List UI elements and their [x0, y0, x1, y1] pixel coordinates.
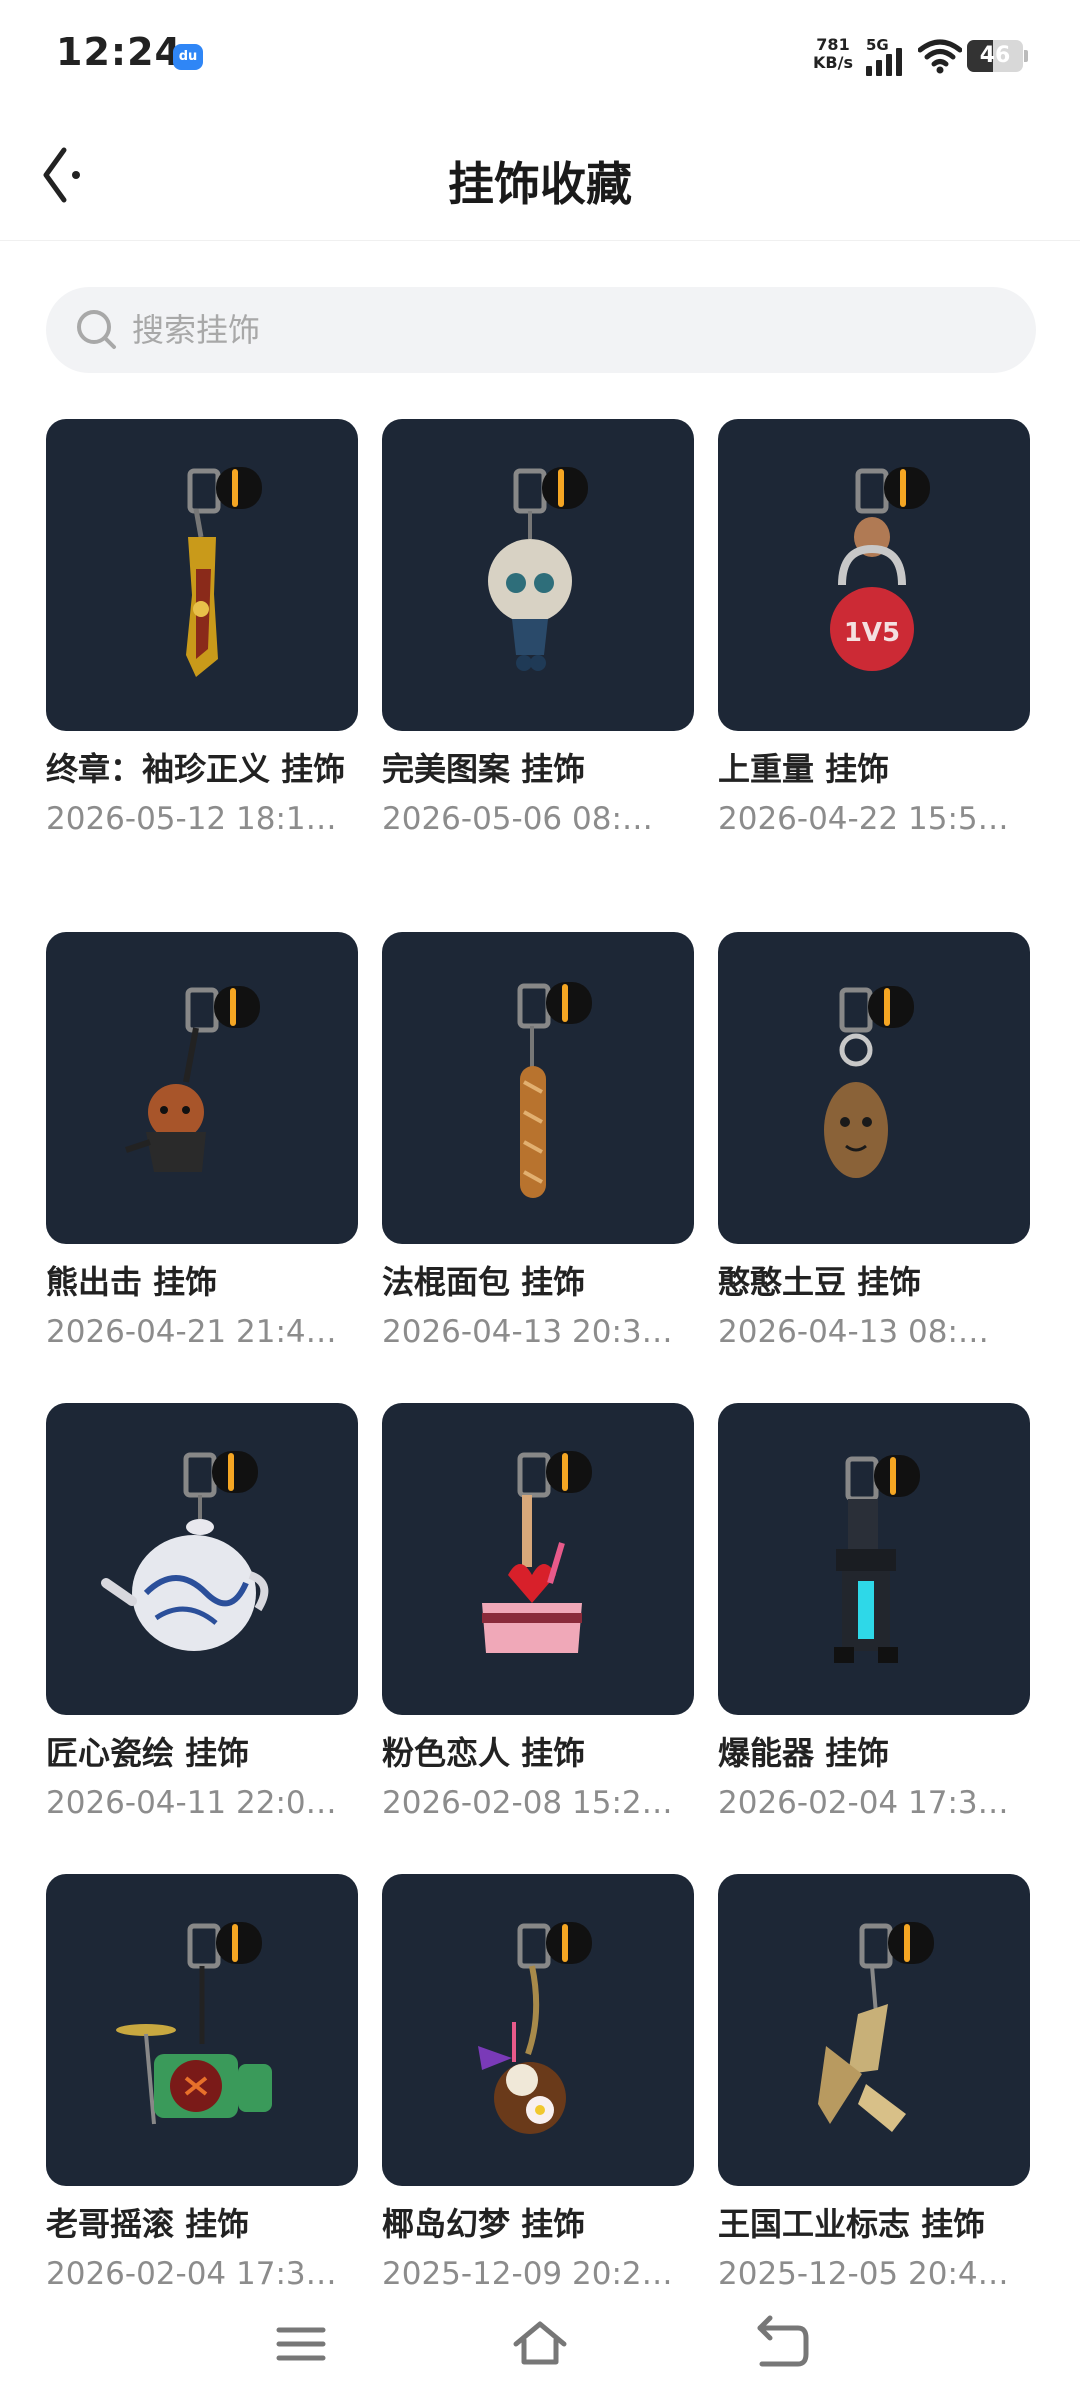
signal-icon: 5G	[866, 36, 910, 76]
charm-thumbnail	[46, 1874, 358, 2186]
back-arrow-icon[interactable]	[752, 2314, 812, 2374]
charm-name: 法棍面包 挂饰	[382, 1263, 586, 1301]
charm-thumbnail	[382, 1874, 694, 2186]
charm-card[interactable]: 爆能器 挂饰 2026-02-04 17:3…	[718, 1403, 1030, 1823]
charm-date: 2026-04-11 22:0…	[46, 1785, 337, 1821]
charm-date: 2026-04-22 15:5…	[718, 801, 1009, 837]
charm-thumbnail	[382, 932, 694, 1244]
charm-name: 终章：袖珍正义 挂饰	[46, 750, 346, 788]
charm-card[interactable]: 匠心瓷绘 挂饰 2026-04-11 22:0…	[46, 1403, 358, 1823]
charm-name: 上重量 挂饰	[718, 750, 890, 788]
charm-card[interactable]: 完美图案 挂饰 2026-05-06 08:…	[382, 419, 694, 839]
charm-thumbnail	[718, 1403, 1030, 1715]
menu-icon[interactable]	[271, 2314, 331, 2374]
network-speed: 781 KB/s	[808, 36, 858, 72]
charm-name: 老哥摇滚 挂饰	[46, 2205, 250, 2243]
charm-date: 2025-12-05 20:4…	[718, 2256, 1009, 2292]
charm-name: 爆能器 挂饰	[718, 1734, 890, 1772]
charm-name: 王国工业标志 挂饰	[718, 2205, 986, 2243]
charm-date: 2026-04-13 08:…	[718, 1314, 989, 1350]
search-bar[interactable]	[46, 287, 1036, 373]
charm-card[interactable]: 1V5 上重量 挂饰 2026-04-22 15:5…	[718, 419, 1030, 839]
charm-thumbnail	[718, 1874, 1030, 2186]
charm-thumbnail	[46, 932, 358, 1244]
header: 挂饰收藏	[0, 110, 1080, 241]
charm-name: 椰岛幻梦 挂饰	[382, 2205, 586, 2243]
battery-icon: 46	[967, 40, 1023, 72]
status-bar: 12:24 du 781 KB/s 5G 46	[0, 0, 1080, 110]
wifi-icon	[918, 39, 962, 74]
charm-name: 完美图案 挂饰	[382, 750, 586, 788]
charm-card[interactable]: 熊出击 挂饰 2026-04-21 21:4…	[46, 932, 358, 1352]
app-notification-icon: du	[173, 44, 203, 70]
kettlebell-badge: 1V5	[844, 618, 900, 648]
page-title: 挂饰收藏	[448, 157, 632, 211]
charm-date: 2026-02-08 15:2…	[382, 1785, 673, 1821]
network-type: 5G	[866, 36, 889, 54]
charm-thumbnail: 1V5	[718, 419, 1030, 731]
charm-date: 2026-05-06 08:…	[382, 801, 653, 837]
charm-card[interactable]: 老哥摇滚 挂饰 2026-02-04 17:3…	[46, 1874, 358, 2294]
search-input[interactable]	[132, 287, 992, 373]
charm-date: 2026-02-04 17:3…	[46, 2256, 337, 2292]
charm-date: 2026-02-04 17:3…	[718, 1785, 1009, 1821]
charm-thumbnail	[46, 1403, 358, 1715]
charm-card[interactable]: 王国工业标志 挂饰 2025-12-05 20:4…	[718, 1874, 1030, 2294]
charm-date: 2026-05-12 18:1…	[46, 801, 337, 837]
system-nav-bar	[0, 2290, 1080, 2400]
charm-card[interactable]: 憨憨土豆 挂饰 2026-04-13 08:…	[718, 932, 1030, 1352]
network-speed-value: 781	[816, 35, 850, 54]
charm-date: 2026-04-21 21:4…	[46, 1314, 337, 1350]
charm-thumbnail	[382, 1403, 694, 1715]
charm-date: 2026-04-13 20:3…	[382, 1314, 673, 1350]
charm-thumbnail	[382, 419, 694, 731]
home-icon[interactable]	[510, 2314, 570, 2374]
charm-name: 匠心瓷绘 挂饰	[46, 1734, 250, 1772]
charm-date: 2025-12-09 20:2…	[382, 2256, 673, 2292]
charm-card[interactable]: 椰岛幻梦 挂饰 2025-12-09 20:2…	[382, 1874, 694, 2294]
battery-level: 46	[979, 43, 1011, 68]
charm-card[interactable]: 终章：袖珍正义 挂饰 2026-05-12 18:1…	[46, 419, 358, 839]
charm-thumbnail	[46, 419, 358, 731]
charm-thumbnail	[718, 932, 1030, 1244]
charm-card[interactable]: 粉色恋人 挂饰 2026-02-08 15:2…	[382, 1403, 694, 1823]
charm-card[interactable]: 法棍面包 挂饰 2026-04-13 20:3…	[382, 932, 694, 1352]
charm-name: 熊出击 挂饰	[46, 1263, 218, 1301]
status-time: 12:24	[56, 30, 182, 74]
network-speed-unit: KB/s	[813, 53, 853, 72]
charm-name: 粉色恋人 挂饰	[382, 1734, 586, 1772]
charm-name: 憨憨土豆 挂饰	[718, 1263, 922, 1301]
search-icon	[77, 310, 116, 349]
